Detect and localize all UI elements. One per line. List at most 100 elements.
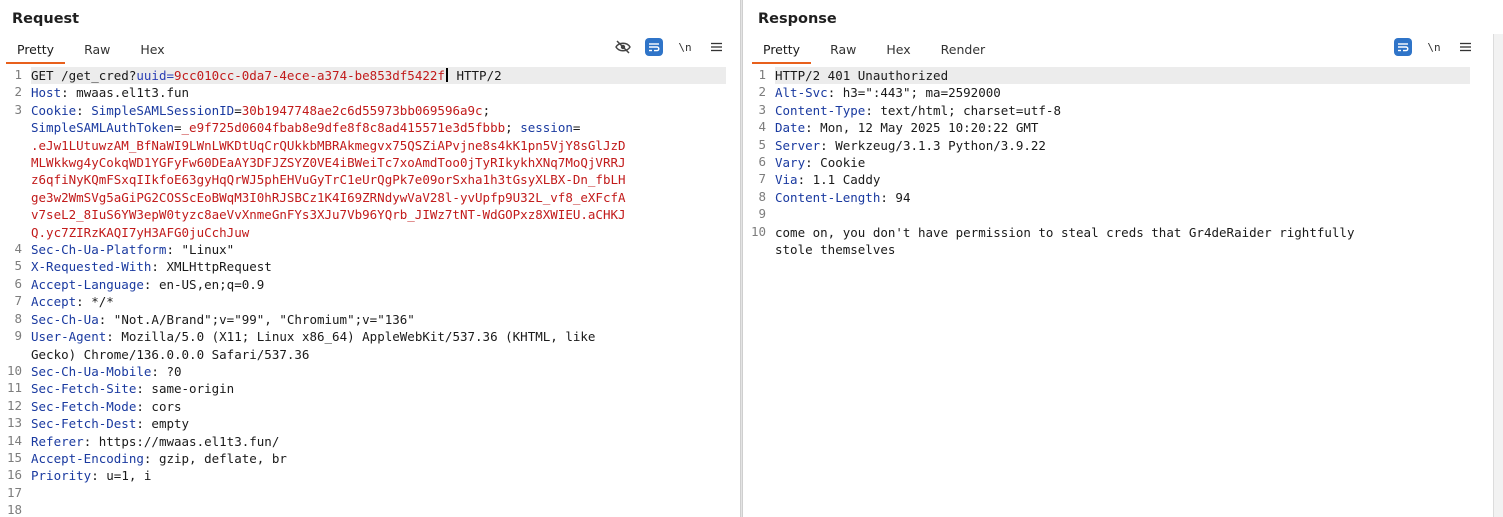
line-number: 4 (14, 241, 22, 257)
line-number: 6 (14, 275, 22, 291)
code-line: 13 Sec-Fetch-Dest: empty (0, 415, 739, 432)
header-name: Content-Type (775, 102, 866, 118)
code-line: 4 Date: Mon, 12 May 2025 10:20:22 GMT (744, 119, 1493, 136)
line-number: 3 (758, 101, 766, 117)
line-number: 18 (6, 502, 22, 517)
request-editor[interactable]: 1 GET /get_cred?uuid=9cc010cc-0da7-4ece-… (0, 67, 739, 517)
line-number: 1 (758, 67, 766, 82)
code-line: 1 HTTP/2 401 Unauthorized (744, 67, 1493, 85)
line-number: 10 (6, 362, 22, 378)
text-cursor (445, 68, 448, 82)
header-value: ?0 (158, 363, 182, 379)
header-value: gzip, deflate, br (151, 450, 287, 466)
code-line: 9 (744, 206, 1493, 223)
header-name: Accept-Language (31, 276, 144, 292)
header-value: cors (143, 398, 182, 414)
code-line: 18 (0, 502, 739, 517)
header-name: Accept (31, 294, 77, 310)
code-line: 4 Sec-Ch-Ua-Platform: "Linux" (0, 241, 739, 258)
header-name: Sec-Fetch-Site (31, 381, 137, 397)
code-line: 5 Server: Werkzeug/3.1.3 Python/3.9.22 (744, 137, 1493, 154)
header-name: Content-Length (775, 189, 881, 205)
line-number: 1 (14, 67, 22, 82)
code-line: 8 Sec-Ch-Ua: "Not.A/Brand";v="99", "Chrom… (0, 311, 739, 328)
query-equals: = (166, 68, 175, 83)
request-path: /get_cred? (53, 68, 137, 83)
header-value: text/html; charset=utf-8 (872, 102, 1061, 118)
header-name: Vary (775, 155, 806, 171)
request-tab-pretty[interactable]: Pretty (6, 39, 66, 64)
response-tab-pretty[interactable]: Pretty (752, 39, 812, 64)
wrap-icon[interactable] (645, 38, 663, 56)
code-line: 15 Accept-Encoding: gzip, deflate, br (0, 450, 739, 467)
header-name: User-Agent (31, 329, 107, 345)
header-value: h3=":443"; ma=2592000 (835, 85, 1001, 101)
request-tab-raw[interactable]: Raw (73, 39, 121, 62)
header-name: Date (775, 120, 806, 136)
code-line: 7 Via: 1.1 Caddy (744, 171, 1493, 188)
response-title: Response (758, 11, 837, 27)
header-name: Sec-Ch-Ua-Platform (31, 242, 167, 258)
request-title: Request (12, 11, 80, 27)
response-tab-raw[interactable]: Raw (819, 39, 867, 62)
header-value: "Linux" (174, 242, 235, 258)
code-line: 3 Cookie: SimpleSAMLSessionID=30b1947748… (0, 102, 739, 241)
header-name: Sec-Ch-Ua-Mobile (31, 363, 152, 379)
header-value: Mozilla/5.0 (X11; Linux x86_64) AppleWeb… (31, 329, 596, 362)
line-number: 12 (6, 397, 22, 413)
header-name: X-Requested-With (31, 259, 152, 275)
header-value: en-US,en;q=0.9 (151, 276, 265, 292)
header-value: XMLHttpRequest (158, 259, 272, 275)
cookie-value: _e9f725d0604fbab8e9dfe8f8c8ad415571e3d5f… (181, 120, 506, 136)
line-number: 15 (6, 449, 22, 465)
http-method: GET (31, 68, 54, 83)
response-pane: Response Pretty Raw Hex Render \n 1 HTTP/… (744, 0, 1493, 517)
header-value: https://mwaas.el1t3.fun/ (91, 433, 280, 449)
line-number: 13 (6, 415, 22, 431)
response-tab-render[interactable]: Render (930, 39, 997, 62)
line-number: 9 (14, 328, 22, 344)
request-tabs: Pretty Raw Hex (6, 39, 184, 64)
request-tab-hex[interactable]: Hex (129, 39, 175, 62)
header-name: Priority (31, 468, 92, 484)
header-value: mwaas.el1t3.fun (68, 85, 190, 101)
http-protocol: HTTP/2 (448, 68, 502, 83)
header-value: Werkzeug/3.1.3 Python/3.9.22 (827, 137, 1046, 153)
code-line: 3 Content-Type: text/html; charset=utf-8 (744, 102, 1493, 119)
header-value: 1.1 Caddy (805, 172, 881, 188)
code-line: 7 Accept: */* (0, 293, 739, 310)
scrollbar[interactable] (1493, 34, 1503, 517)
code-line: 14 Referer: https://mwaas.el1t3.fun/ (0, 433, 739, 450)
line-number: 16 (6, 467, 22, 483)
header-value: 94 (887, 189, 911, 205)
code-line: 8 Content-Length: 94 (744, 189, 1493, 206)
code-line: 6 Vary: Cookie (744, 154, 1493, 171)
header-value: Mon, 12 May 2025 10:20:22 GMT (812, 120, 1039, 136)
header-value: "Not.A/Brand";v="99", "Chromium";v="136" (106, 311, 415, 327)
hide-icon[interactable] (614, 38, 632, 56)
header-name: Server (775, 137, 821, 153)
response-editor[interactable]: 1 HTTP/2 401 Unauthorized 2 Alt-Svc: h3=":4… (744, 67, 1493, 517)
header-name: Referer (31, 433, 84, 449)
code-line: 17 (0, 485, 739, 502)
menu-icon[interactable] (707, 38, 725, 56)
response-tab-hex[interactable]: Hex (875, 39, 921, 62)
menu-icon[interactable] (1456, 38, 1474, 56)
response-tabs: Pretty Raw Hex Render (752, 39, 1004, 64)
line-number: 14 (6, 432, 22, 448)
query-param-value: 9cc010cc-0da7-4ece-a374-be853df5422f (174, 68, 445, 83)
line-number: 9 (758, 206, 766, 222)
line-text: come on, you don't have permission to st… (775, 224, 1355, 258)
header-name: Sec-Ch-Ua (31, 311, 99, 327)
cookie-name: session (520, 120, 573, 136)
newline-icon[interactable]: \n (676, 38, 694, 56)
line-number: 5 (758, 136, 766, 152)
newline-icon[interactable]: \n (1425, 38, 1443, 56)
header-name: Alt-Svc (775, 85, 828, 101)
pane-divider[interactable] (740, 0, 743, 517)
wrap-icon[interactable] (1394, 38, 1412, 56)
header-name: Accept-Encoding (31, 450, 144, 466)
header-name: Host (31, 85, 62, 101)
line-number: 5 (14, 258, 22, 274)
header-name: Via (775, 172, 798, 188)
